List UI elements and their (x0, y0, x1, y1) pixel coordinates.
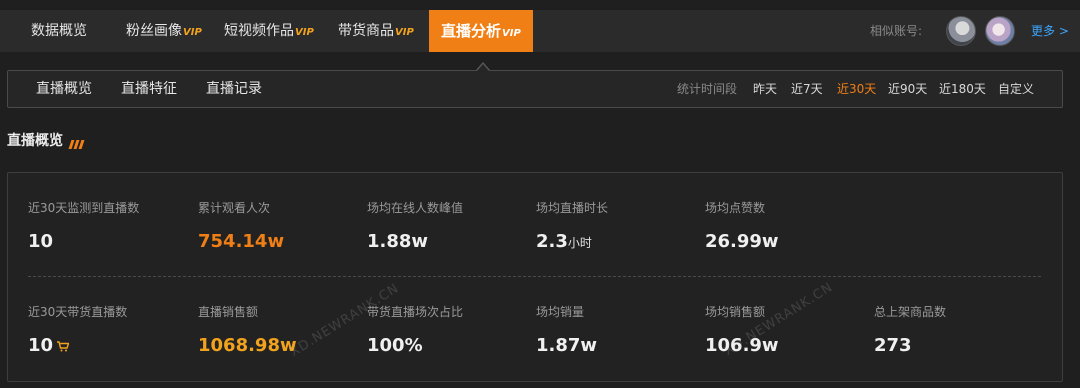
tab-products[interactable]: 带货商品VIP (338, 10, 414, 52)
stat-label: 总上架商品数 (874, 305, 947, 319)
tab-label: 粉丝画像 (126, 23, 182, 39)
stat-value: 1.88w (367, 231, 429, 252)
live-overview-panel: 近30天监测到直播数 10 累计观看人次 754.14w 场均在线人数峰值 1.… (7, 172, 1063, 382)
stat-value: 754.14w (198, 231, 285, 252)
subtab-live-overview[interactable]: 直播概览 (36, 71, 92, 107)
stat-value: 10 (28, 231, 54, 252)
period-30-days[interactable]: 近30天 (837, 71, 876, 107)
tab-fan-profile[interactable]: 粉丝画像VIP (126, 10, 202, 52)
title-accent-icon (68, 134, 85, 153)
stat-label: 近30天带货直播数 (28, 305, 128, 319)
stat-label: 直播销售额 (198, 305, 259, 319)
similar-account-avatar[interactable] (985, 16, 1015, 46)
vip-badge: VIP (502, 28, 521, 39)
stat-label: 场均直播时长 (536, 201, 609, 215)
stat-value-wrap: 2.3小时 (536, 231, 608, 252)
sub-nav: 直播概览 直播特征 直播记录 统计时间段 昨天 近7天 近30天 近90天 近1… (7, 70, 1063, 108)
period-7-days[interactable]: 近7天 (791, 71, 823, 107)
stat-value: 10 (28, 335, 54, 356)
stat-avg-duration: 场均直播时长 2.3小时 (536, 199, 608, 252)
period-180-days[interactable]: 近180天 (939, 71, 986, 107)
tab-label: 数据概览 (31, 23, 87, 39)
subtab-live-records[interactable]: 直播记录 (206, 71, 262, 107)
more-link[interactable]: 更多 > (1031, 10, 1069, 52)
stat-sales-live-count: 近30天带货直播数 10 (28, 303, 127, 357)
stat-total-products: 总上架商品数 273 (874, 303, 946, 356)
tab-label: 带货商品 (338, 23, 394, 39)
subtab-live-features[interactable]: 直播特征 (121, 71, 177, 107)
vip-badge: VIP (295, 27, 314, 38)
period-custom[interactable]: 自定义 (998, 71, 1034, 107)
period-90-days[interactable]: 近90天 (888, 71, 927, 107)
period-yesterday[interactable]: 昨天 (753, 71, 777, 107)
stat-value: 26.99w (705, 231, 779, 252)
stat-live-sales: 直播销售额 1068.98w (198, 303, 297, 356)
stat-total-views: 累计观看人次 754.14w (198, 199, 284, 252)
vip-badge: VIP (395, 27, 414, 38)
stat-label: 近30天监测到直播数 (28, 201, 140, 215)
dashed-divider (28, 276, 1041, 277)
vip-badge: VIP (183, 27, 202, 38)
stat-value: 100% (367, 335, 423, 356)
similar-account-avatar[interactable] (946, 16, 976, 46)
tab-label: 短视频作品 (224, 23, 294, 39)
stat-value: 1.87w (536, 335, 598, 356)
tab-data-overview[interactable]: 数据概览 (31, 10, 87, 52)
stat-unit: 小时 (567, 236, 592, 250)
stat-label: 场均销量 (536, 305, 585, 319)
stat-sales-ratio: 带货直播场次占比 100% (367, 303, 463, 356)
main-nav: 数据概览 粉丝画像VIP 短视频作品VIP 带货商品VIP 直播分析VIP 相似… (0, 10, 1080, 52)
section-title: 直播概览 (7, 133, 63, 149)
stat-live-count: 近30天监测到直播数 10 (28, 199, 139, 252)
stat-label: 累计观看人次 (198, 201, 271, 215)
stat-peak-online: 场均在线人数峰值 1.88w (367, 199, 463, 252)
period-label: 统计时间段 (677, 82, 738, 96)
tab-live-analysis[interactable]: 直播分析VIP (429, 10, 533, 52)
pointer-inner (477, 64, 489, 71)
cart-icon (57, 336, 70, 357)
similar-accounts-label: 相似账号: (870, 24, 923, 38)
stat-value-wrap: 10 (28, 335, 127, 357)
stat-label: 场均在线人数峰值 (367, 201, 464, 215)
stat-value: 1068.98w (198, 335, 297, 356)
tab-short-videos[interactable]: 短视频作品VIP (224, 10, 314, 52)
stat-value: 2.3 (536, 231, 568, 252)
stat-avg-volume: 场均销量 1.87w (536, 303, 597, 356)
stat-value: 273 (874, 335, 912, 356)
stat-label: 场均点赞数 (705, 201, 766, 215)
stat-avg-likes: 场均点赞数 26.99w (705, 199, 779, 252)
tab-label: 直播分析 (441, 22, 502, 40)
